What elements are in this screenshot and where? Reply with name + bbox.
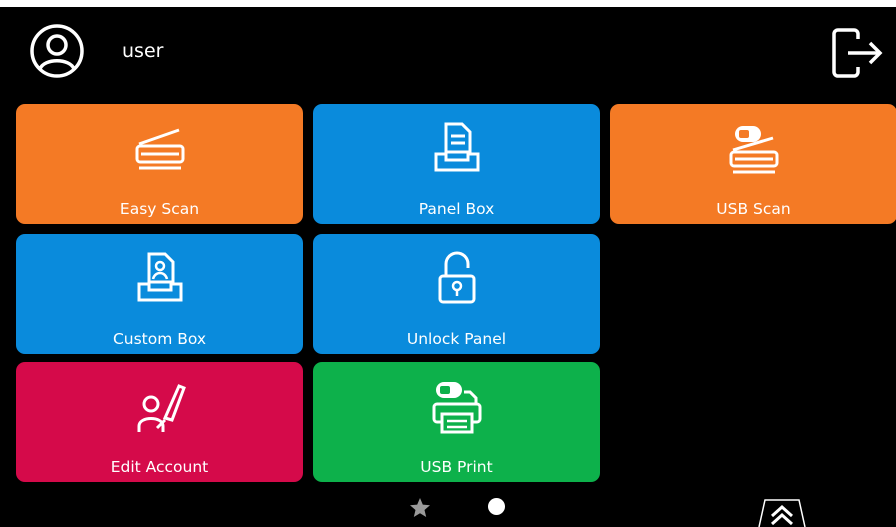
person-tray-icon — [137, 252, 182, 302]
person-pen-icon — [137, 384, 186, 432]
tile-unlock-panel[interactable]: Unlock Panel — [313, 234, 600, 354]
tile-custom-box[interactable]: Custom Box — [16, 234, 303, 354]
header-bar: user — [0, 7, 896, 95]
document-tray-icon — [434, 122, 479, 172]
top-border — [0, 0, 896, 7]
double-chevron-up-icon[interactable] — [757, 496, 807, 527]
usb-scanner-icon — [729, 126, 778, 174]
logout-icon[interactable] — [830, 25, 884, 81]
tile-label: Unlock Panel — [406, 330, 507, 348]
tile-label: USB Print — [420, 458, 493, 476]
favorites-star-icon[interactable] — [409, 497, 431, 519]
tile-label: Custom Box — [112, 330, 207, 348]
scanner-icon — [135, 128, 184, 170]
tile-label: Panel Box — [418, 200, 495, 218]
tile-label: Edit Account — [110, 458, 209, 476]
user-circle-icon[interactable] — [29, 23, 85, 79]
tile-easy-scan[interactable]: Easy Scan — [16, 104, 303, 224]
tile-usb-scan[interactable]: USB Scan — [610, 104, 896, 224]
username-label: user — [122, 40, 164, 62]
tile-label: Easy Scan — [119, 200, 200, 218]
tile-panel-box[interactable]: Panel Box — [313, 104, 600, 224]
tile-usb-print[interactable]: USB Print — [313, 362, 600, 482]
tile-edit-account[interactable]: Edit Account — [16, 362, 303, 482]
page-dot-active[interactable] — [488, 498, 505, 515]
usb-printer-icon — [432, 382, 481, 434]
unlock-icon — [438, 251, 475, 304]
tile-label: USB Scan — [716, 200, 791, 218]
